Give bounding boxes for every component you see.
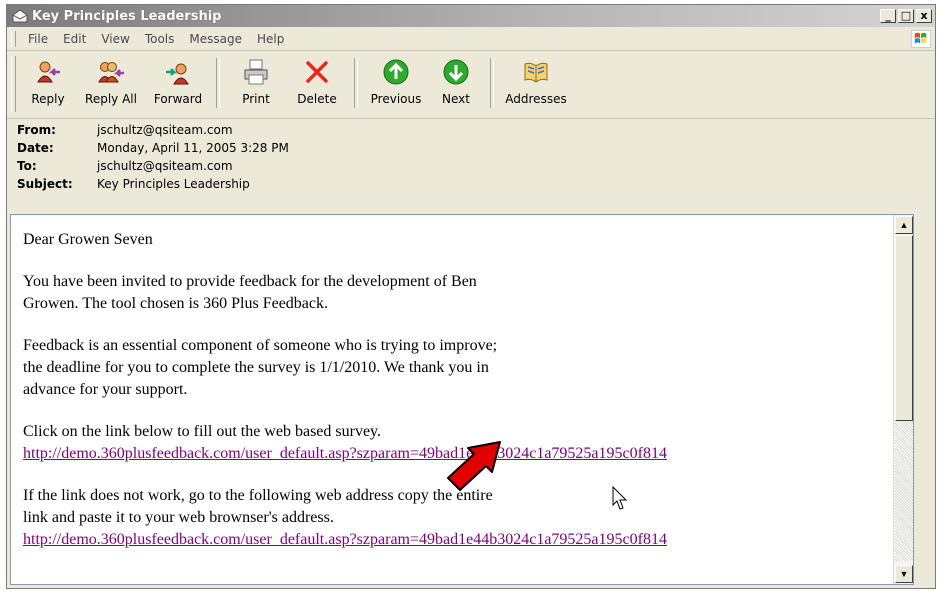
header-date: Date: Monday, April 11, 2005 3:28 PM bbox=[7, 139, 935, 157]
message-headers: From: jschultz@qsiteam.com Date: Monday,… bbox=[7, 121, 935, 213]
menu-message[interactable]: Message bbox=[183, 32, 251, 46]
next-button[interactable]: Next bbox=[428, 52, 484, 110]
email-window: Key Principles Leadership _ □ x File Edi… bbox=[6, 4, 936, 589]
subject-label: Subject: bbox=[17, 177, 73, 191]
reply-all-icon bbox=[98, 62, 124, 83]
subject-value: Key Principles Leadership bbox=[97, 177, 250, 191]
forward-icon bbox=[166, 63, 189, 85]
delete-button[interactable]: Delete bbox=[286, 52, 348, 110]
windows-logo-icon bbox=[911, 30, 931, 48]
printer-icon bbox=[244, 59, 268, 85]
to-label: To: bbox=[17, 159, 37, 173]
forward-button[interactable]: Forward bbox=[146, 52, 210, 110]
reply-all-button[interactable]: Reply All bbox=[76, 52, 146, 110]
toolbar: Reply Reply All Forward Print Delete Pre… bbox=[7, 52, 935, 119]
message-body[interactable]: Dear Growen Seven You have been invited … bbox=[10, 214, 914, 585]
menu-bar: File Edit View Tools Message Help bbox=[7, 28, 935, 51]
arrow-up-icon bbox=[383, 59, 409, 85]
menu-grip bbox=[11, 31, 16, 47]
minimize-button[interactable]: _ bbox=[880, 9, 896, 23]
date-value: Monday, April 11, 2005 3:28 PM bbox=[97, 141, 289, 155]
arrow-down-icon bbox=[443, 59, 469, 85]
red-pointer-arrow-icon bbox=[447, 441, 501, 491]
toolbar-separator bbox=[216, 58, 220, 108]
to-value: jschultz@qsiteam.com bbox=[97, 159, 233, 173]
greeting: Dear Growen Seven bbox=[23, 231, 153, 248]
from-label: From: bbox=[17, 123, 56, 137]
menu-tools[interactable]: Tools bbox=[139, 32, 184, 46]
print-button[interactable]: Print bbox=[226, 52, 286, 110]
close-button[interactable]: x bbox=[916, 9, 932, 23]
maximize-button[interactable]: □ bbox=[898, 9, 914, 23]
envelope-icon bbox=[12, 9, 28, 23]
menu-view[interactable]: View bbox=[95, 32, 138, 46]
survey-link[interactable]: http://demo.360plusfeedback.com/user_def… bbox=[23, 445, 667, 462]
reply-icon bbox=[37, 61, 60, 83]
title-bar[interactable]: Key Principles Leadership _ □ x bbox=[7, 5, 935, 27]
toolbar-separator bbox=[354, 58, 358, 108]
scroll-track[interactable] bbox=[895, 421, 913, 561]
header-to: To: jschultz@qsiteam.com bbox=[7, 157, 935, 175]
paragraph-deadline: Feedback is an essential component of so… bbox=[23, 337, 498, 398]
header-from: From: jschultz@qsiteam.com bbox=[7, 121, 935, 139]
addresses-button[interactable]: Addresses bbox=[500, 52, 572, 110]
from-value: jschultz@qsiteam.com bbox=[97, 123, 233, 137]
menu-edit[interactable]: Edit bbox=[57, 32, 95, 46]
previous-button[interactable]: Previous bbox=[364, 52, 428, 110]
menu-file[interactable]: File bbox=[22, 32, 57, 46]
paragraph-invite: You have been invited to provide feedbac… bbox=[23, 273, 477, 312]
address-book-icon bbox=[524, 62, 548, 83]
menu-help[interactable]: Help bbox=[251, 32, 293, 46]
header-subject: Subject: Key Principles Leadership bbox=[7, 175, 935, 193]
message-content: Dear Growen Seven You have been invited … bbox=[23, 229, 883, 571]
toolbar-separator bbox=[490, 58, 494, 108]
vertical-scrollbar[interactable]: ▲ ▼ bbox=[893, 215, 913, 584]
toolbar-grip bbox=[11, 56, 16, 112]
delete-x-icon bbox=[306, 61, 328, 83]
scroll-up-button[interactable]: ▲ bbox=[895, 216, 913, 234]
reply-button[interactable]: Reply bbox=[20, 52, 76, 110]
scroll-thumb[interactable] bbox=[895, 235, 913, 421]
fallback-link[interactable]: http://demo.360plusfeedback.com/user_def… bbox=[23, 531, 667, 548]
date-label: Date: bbox=[17, 141, 54, 155]
mouse-cursor-icon bbox=[612, 486, 628, 510]
scroll-down-button[interactable]: ▼ bbox=[895, 565, 913, 583]
window-title: Key Principles Leadership bbox=[32, 8, 222, 24]
